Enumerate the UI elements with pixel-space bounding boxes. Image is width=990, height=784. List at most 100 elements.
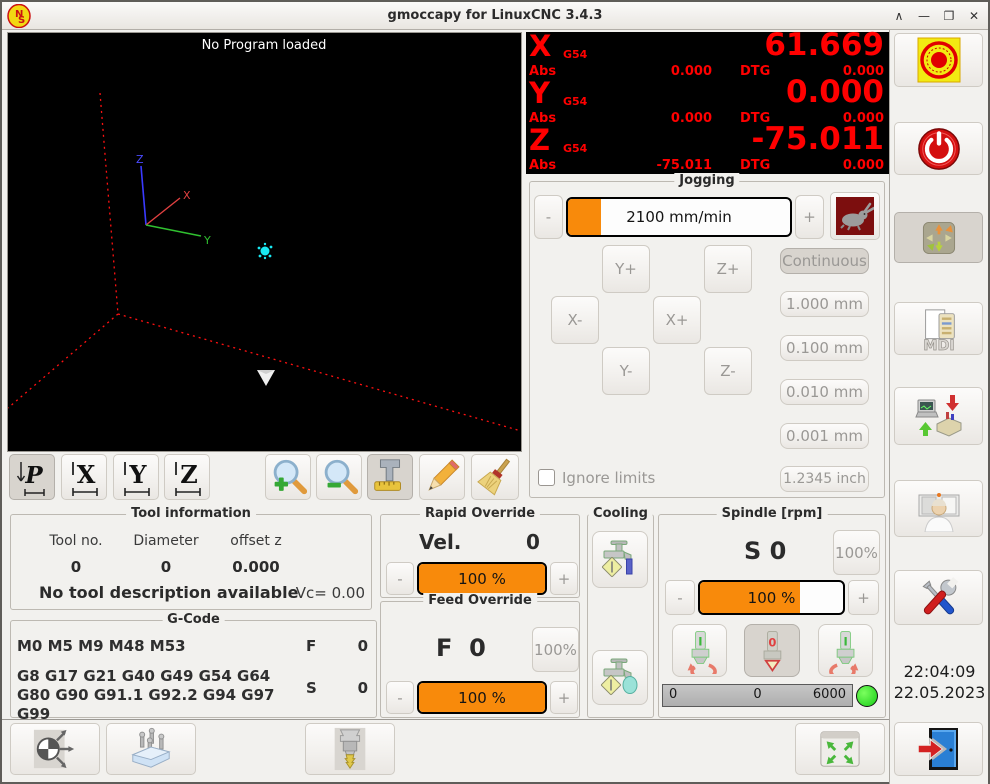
active-g-codes: G8 G17 G21 G40 G49 G54 G64 G80 G90 G91.1…: [17, 667, 299, 724]
increment-1mm-button[interactable]: 1.000 mm: [780, 291, 869, 317]
estop-button[interactable]: [894, 33, 983, 87]
jog-speed-minus-button[interactable]: -: [534, 195, 563, 239]
mdi-mode-button[interactable]: MDI: [894, 302, 983, 355]
feed-reset-100-button[interactable]: 100%: [532, 627, 579, 672]
feed-override-slider[interactable]: 100 %: [417, 681, 547, 714]
mist-coolant-icon: [598, 656, 642, 700]
jog-y-minus-button[interactable]: Y-: [602, 347, 650, 395]
svg-text:X: X: [77, 460, 96, 489]
spindle-rpm-bar: 0 0 6000: [662, 684, 853, 707]
rapid-override-slider[interactable]: 100 %: [417, 562, 547, 595]
feed-minus-button[interactable]: -: [386, 681, 414, 714]
spindle-minus-button[interactable]: -: [665, 580, 695, 615]
pencil-icon: [421, 456, 463, 498]
increment-001mm-button[interactable]: 0.010 mm: [780, 379, 869, 405]
touch-plate-button[interactable]: [106, 723, 196, 775]
ignore-limits-checkbox[interactable]: [538, 469, 555, 486]
view-perspective-button[interactable]: P: [9, 454, 55, 500]
machine-on-button[interactable]: [894, 122, 983, 175]
spindle-ccw-button[interactable]: I: [672, 624, 727, 677]
offset-z-header: offset z: [211, 533, 301, 549]
dro-coord-system: G54: [563, 143, 587, 154]
dro-letter: Z: [529, 126, 550, 155]
dro-axis-y[interactable]: Y G54 0.000 Abs 0.000 DTG 0.000: [526, 79, 890, 126]
right-button-column: MDI: [889, 30, 988, 784]
spindle-cw-button[interactable]: I: [818, 624, 873, 677]
turtle-rabbit-toggle-button[interactable]: [830, 192, 880, 240]
flood-coolant-button[interactable]: [592, 531, 648, 588]
gremlin-preview[interactable]: No Program loaded Z X Y: [7, 32, 522, 452]
spindle-bar-max: 6000: [813, 687, 846, 702]
jog-x-plus-button[interactable]: X+: [653, 296, 701, 344]
view-y-button[interactable]: Y: [113, 454, 159, 500]
rapid-override-title: Rapid Override: [420, 506, 540, 521]
settings-button[interactable]: [894, 570, 983, 625]
dro-abs-value: 0.000: [671, 112, 712, 125]
jogging-title: Jogging: [674, 173, 739, 188]
dro-axis-z[interactable]: Z G54 -75.011 Abs -75.011 DTG 0.000: [526, 126, 890, 173]
increment-0001mm-button[interactable]: 0.001 mm: [780, 423, 869, 449]
zoom-out-icon: [318, 456, 360, 498]
dro-abs-value: 0.000: [671, 65, 712, 78]
datum-touch-off-icon: [32, 726, 78, 772]
jog-x-minus-button[interactable]: X-: [551, 296, 599, 344]
view-x-button[interactable]: X: [61, 454, 107, 500]
tool-spindle-icon: [327, 726, 373, 772]
tool-change-button[interactable]: [305, 723, 395, 775]
app-window: N S gmoccapy for LinuxCNC 3.4.3 ∧ — ❐ ✕ …: [0, 0, 990, 784]
zoom-in-button[interactable]: [265, 454, 311, 500]
rapid-plus-button[interactable]: +: [550, 562, 578, 595]
spindle-title: Spindle [rpm]: [717, 506, 828, 521]
clear-plot-button[interactable]: [471, 454, 519, 500]
close-button[interactable]: ✕: [966, 9, 982, 23]
dro-coord-system: G54: [563, 96, 587, 107]
diameter-header: Diameter: [121, 533, 211, 549]
increment-01mm-button[interactable]: 0.100 mm: [780, 335, 869, 361]
dro-main-value: -75.011: [752, 124, 885, 155]
mdi-icon: MDI: [916, 306, 962, 352]
cooling-title: Cooling: [588, 506, 653, 521]
dro-panel[interactable]: X G54 61.669 Abs 0.000 DTG 0.000 Y G54 0…: [526, 32, 890, 174]
flood-coolant-icon: [598, 538, 642, 582]
fullscreen-button[interactable]: [795, 723, 885, 775]
spindle-plus-button[interactable]: +: [848, 580, 879, 615]
exit-button[interactable]: [894, 722, 983, 776]
rapid-minus-button[interactable]: -: [386, 562, 414, 595]
draw-edit-button[interactable]: [419, 454, 465, 500]
spindle-bar-current: 0: [753, 687, 761, 702]
feed-plus-button[interactable]: +: [550, 681, 578, 714]
jog-y-plus-button[interactable]: Y+: [602, 245, 650, 293]
offset-z-value: 0.000: [211, 558, 301, 576]
spindle-override-slider[interactable]: 100 %: [698, 580, 845, 615]
spindle-reset-100-button[interactable]: 100%: [833, 530, 880, 575]
clock: 22:04:09 22.05.2023: [890, 661, 989, 703]
tool-no-value: 0: [31, 558, 121, 576]
setup-user-button[interactable]: [894, 480, 983, 537]
feed-override-title: Feed Override: [423, 593, 537, 608]
auto-mode-button[interactable]: [894, 387, 983, 445]
dimensions-toggle-button[interactable]: [367, 454, 413, 500]
jog-z-minus-button[interactable]: Z-: [704, 347, 752, 395]
jog-z-plus-button[interactable]: Z+: [704, 245, 752, 293]
active-m-codes: M0 M5 M9 M48 M53: [17, 637, 186, 655]
minimize-button[interactable]: —: [916, 9, 932, 23]
manual-mode-button[interactable]: [894, 212, 983, 263]
dro-axis-x[interactable]: X G54 61.669 Abs 0.000 DTG 0.000: [526, 32, 890, 79]
tool-cone: [257, 370, 275, 386]
broom-icon: [474, 456, 516, 498]
spindle-cw-icon: I: [823, 628, 869, 674]
jog-speed-plus-button[interactable]: +: [795, 195, 824, 239]
spindle-stop-button[interactable]: 0: [744, 624, 800, 677]
touch-off-button[interactable]: [10, 723, 100, 775]
increment-inch-button[interactable]: 1.2345 inch: [780, 466, 869, 492]
shade-button[interactable]: ∧: [891, 9, 907, 23]
jog-speed-slider[interactable]: 2100 mm/min: [566, 197, 792, 237]
maximize-button[interactable]: ❐: [941, 9, 957, 23]
mist-coolant-button[interactable]: [592, 650, 648, 705]
increment-continuous-button[interactable]: Continuous: [780, 248, 869, 274]
auto-run-icon: [915, 392, 963, 440]
preview-message: No Program loaded: [202, 38, 327, 53]
titlebar: N S gmoccapy for LinuxCNC 3.4.3 ∧ — ❐ ✕: [2, 2, 988, 30]
view-z-button[interactable]: Z: [164, 454, 210, 500]
zoom-out-button[interactable]: [316, 454, 362, 500]
